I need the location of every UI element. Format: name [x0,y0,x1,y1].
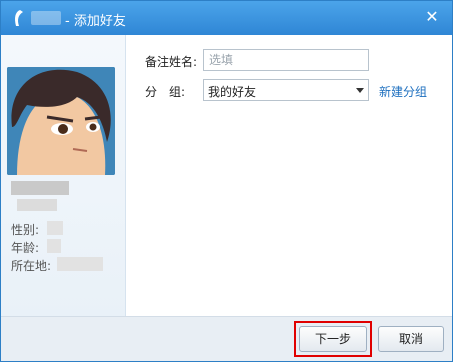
new-group-link[interactable]: 新建分组 [379,83,427,100]
remark-name-label: 备注姓名: [145,55,198,69]
group-label: 分 组: [145,85,186,99]
gender-label: 性别: [11,223,40,237]
blurred-gender [47,221,63,235]
location-label: 所在地: [11,259,52,273]
cancel-button[interactable]: 取消 [378,326,444,352]
avatar [7,67,115,175]
chevron-down-icon[interactable] [356,88,364,93]
blurred-nickname [11,181,69,195]
group-selected-value: 我的好友 [208,85,257,99]
add-friend-dialog: - 添加好友 ✕ 性别: 年龄: 所在地: 备注姓名: 分 组: [0,0,453,362]
highlight-box [294,321,372,357]
blurred-age [47,239,61,253]
qq-icon [11,9,27,27]
close-icon[interactable]: ✕ [422,7,442,27]
blurred-location [57,257,103,271]
blurred-username [31,11,61,25]
profile-panel: 性别: 年龄: 所在地: [1,35,126,317]
blurred-account [17,199,57,211]
group-select[interactable]: 我的好友 [203,79,369,101]
window-title: - 添加好友 [65,14,126,29]
title-bar[interactable]: - 添加好友 ✕ [1,1,452,35]
age-label: 年龄: [11,241,40,255]
remark-name-input[interactable] [203,49,369,71]
